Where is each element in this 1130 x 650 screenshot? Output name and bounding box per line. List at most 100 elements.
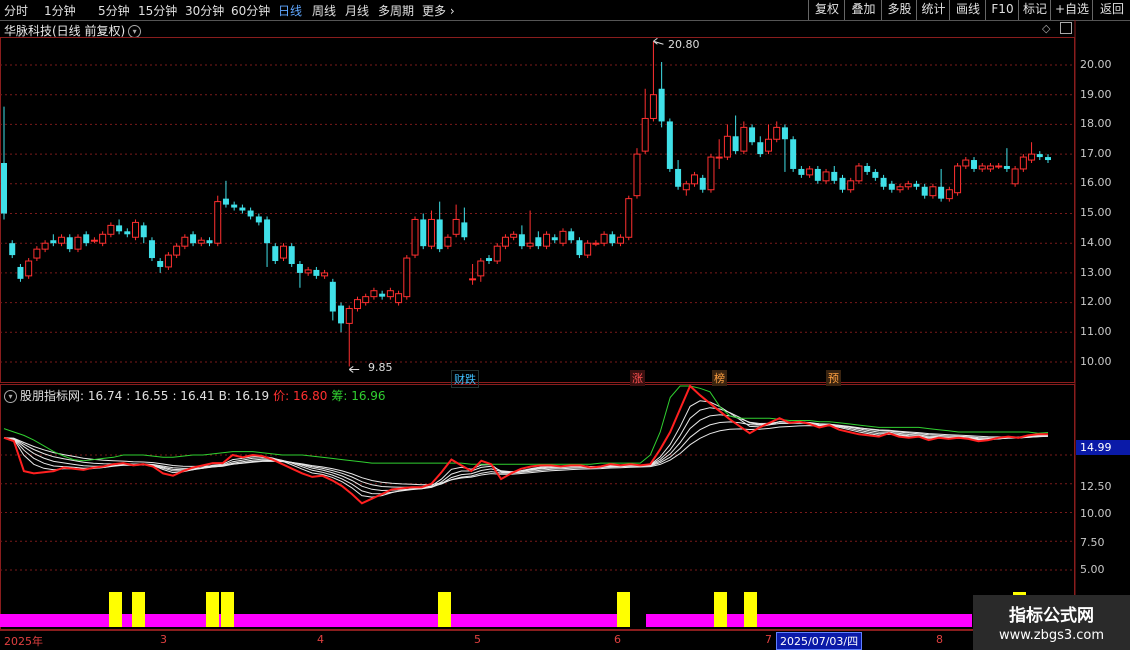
chevron-down-icon[interactable]: ▾ bbox=[4, 390, 17, 403]
signal-bar bbox=[109, 592, 122, 627]
candle-body bbox=[239, 207, 246, 211]
indicator-name[interactable]: 股朋指标网 bbox=[20, 389, 80, 403]
watermark-url: www.zbgs3.com bbox=[998, 628, 1105, 643]
current-value-tag: 14.99 bbox=[1076, 440, 1130, 455]
candle-body bbox=[962, 159, 970, 167]
candle-body bbox=[609, 234, 616, 244]
indicator-pane-border bbox=[0, 384, 1075, 630]
kline-chart[interactable] bbox=[0, 0, 1130, 650]
candle-body bbox=[551, 237, 558, 241]
time-label: 3 bbox=[160, 633, 167, 646]
candle-body bbox=[929, 186, 937, 197]
candle-body bbox=[477, 260, 485, 277]
candle-body bbox=[1045, 157, 1051, 161]
candle-body bbox=[649, 94, 657, 119]
candle-body bbox=[231, 204, 238, 208]
candle-body bbox=[132, 221, 140, 238]
indicator-tick: 10.00 bbox=[1080, 507, 1112, 520]
candle-body bbox=[715, 156, 723, 159]
candle-body bbox=[864, 165, 871, 172]
price-tick: 13.00 bbox=[1080, 266, 1112, 279]
candle-body bbox=[888, 183, 895, 190]
candle-body bbox=[90, 239, 98, 242]
candle-body bbox=[33, 248, 41, 259]
candle-body bbox=[41, 242, 49, 250]
candle-body bbox=[971, 160, 978, 169]
candle-body bbox=[896, 186, 904, 191]
candle-body bbox=[493, 245, 501, 262]
candle-body bbox=[296, 263, 303, 273]
candle-body bbox=[978, 165, 986, 170]
candle-body bbox=[214, 201, 222, 244]
candle-body bbox=[17, 266, 24, 279]
price-tick: 16.00 bbox=[1080, 176, 1112, 189]
candle-body bbox=[839, 177, 846, 190]
event-tag-forecast[interactable]: 预 bbox=[826, 370, 841, 386]
candle-body bbox=[304, 269, 312, 274]
signal-base-band bbox=[0, 614, 628, 627]
candle-body bbox=[682, 183, 690, 191]
signal-base-band bbox=[646, 614, 972, 627]
indicator-b-value: B: 16.19 bbox=[218, 389, 270, 403]
candle-body bbox=[50, 240, 57, 244]
candle-body bbox=[403, 257, 411, 298]
cursor-date-box: 2025/07/03/四 bbox=[776, 632, 863, 650]
candle-body bbox=[1011, 168, 1019, 185]
candle-body bbox=[436, 219, 443, 250]
candle-body bbox=[658, 88, 665, 122]
candle-body bbox=[501, 236, 509, 247]
candle-body bbox=[757, 142, 764, 155]
event-tag-list[interactable]: 榜 bbox=[712, 370, 727, 386]
candle-body bbox=[526, 242, 534, 247]
price-pane-border bbox=[0, 37, 1075, 383]
candle-body bbox=[592, 242, 600, 245]
candle-body bbox=[1019, 156, 1027, 170]
time-label: 4 bbox=[317, 633, 324, 646]
candle-body bbox=[707, 156, 715, 191]
candle-body bbox=[576, 240, 583, 256]
candle-body bbox=[781, 127, 788, 140]
candles bbox=[1, 41, 1051, 367]
candle-body bbox=[279, 245, 287, 259]
candle-body bbox=[58, 236, 66, 244]
candle-body bbox=[181, 236, 189, 247]
candle-body bbox=[321, 272, 329, 277]
candle-body bbox=[510, 233, 518, 238]
indicator-legend: ▾ 股朋指标网: 16.74: 16.55: 16.41 B: 16.19 价: 16… bbox=[4, 387, 390, 404]
candle-body bbox=[313, 269, 320, 276]
time-axis: 2025年 3 4 5 6 7 8 bbox=[0, 630, 1075, 649]
candle-body bbox=[1028, 153, 1036, 161]
candle-body bbox=[666, 121, 673, 169]
low-price-label: 9.85 bbox=[368, 361, 393, 374]
candle-body bbox=[1036, 154, 1043, 158]
price-tick: 14.00 bbox=[1080, 236, 1112, 249]
candle-body bbox=[140, 225, 147, 238]
candle-body bbox=[395, 293, 403, 304]
price-tick: 20.00 bbox=[1080, 58, 1112, 71]
candle-body bbox=[83, 234, 90, 244]
indicator-value-1: : 16.74 bbox=[80, 389, 123, 403]
candle-body bbox=[427, 218, 435, 247]
candle-body bbox=[773, 126, 781, 140]
candle-body bbox=[345, 308, 353, 324]
signal-bar bbox=[744, 592, 757, 627]
candle-body bbox=[461, 222, 468, 238]
indicator-band-line bbox=[3, 414, 1049, 492]
candle-body bbox=[116, 225, 123, 232]
signal-bars bbox=[0, 592, 1026, 627]
candle-body bbox=[379, 293, 386, 297]
candle-body bbox=[190, 234, 197, 244]
candle-body bbox=[370, 290, 378, 298]
candle-body bbox=[986, 165, 994, 170]
candle-body bbox=[222, 198, 229, 205]
candle-body bbox=[872, 171, 879, 178]
indicator-value-2: : 16.55 bbox=[126, 389, 169, 403]
event-tag-limit-up[interactable]: 涨 bbox=[630, 370, 645, 386]
indicator-tick: 7.50 bbox=[1080, 536, 1105, 549]
candle-body bbox=[444, 236, 452, 247]
candle-body bbox=[790, 139, 797, 169]
event-tag-finance[interactable]: 财跌 bbox=[451, 370, 479, 388]
price-tick: 18.00 bbox=[1080, 117, 1112, 130]
candle-body bbox=[25, 260, 33, 277]
candle-body bbox=[362, 296, 370, 304]
